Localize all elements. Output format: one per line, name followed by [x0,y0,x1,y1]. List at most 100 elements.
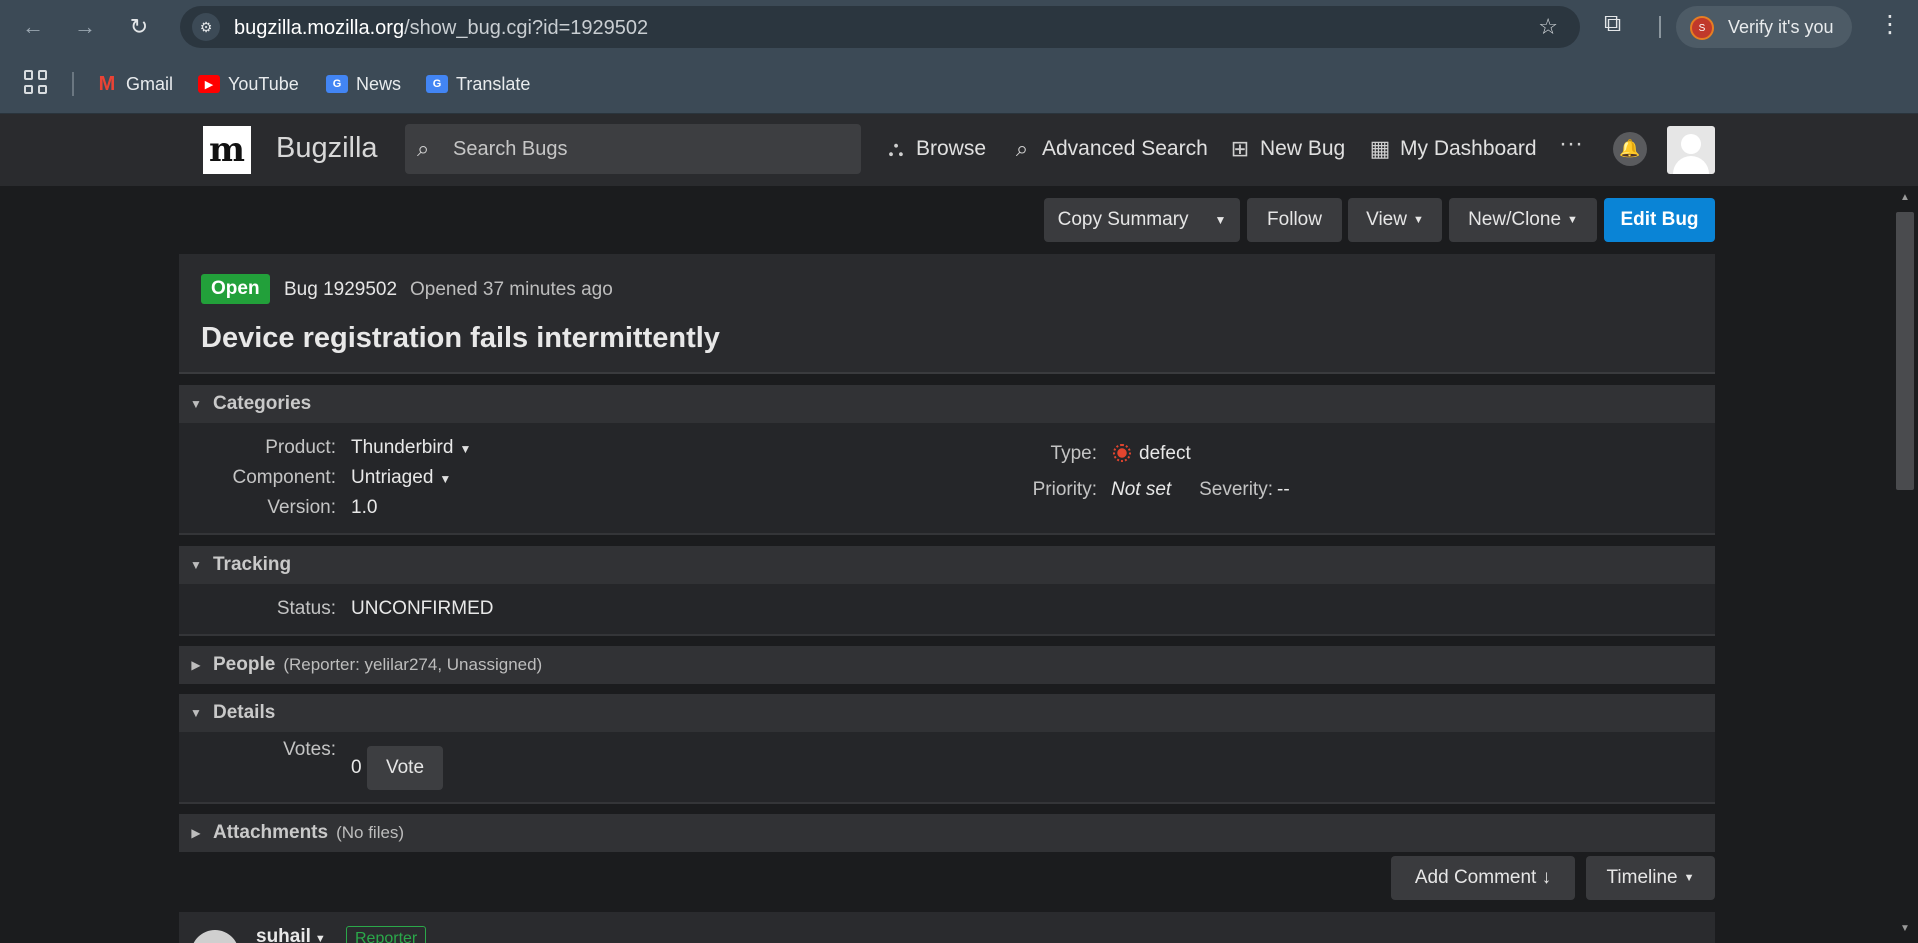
chevron-down-icon: ▼ [1412,214,1424,226]
reporter-badge: Reporter [346,926,427,943]
edit-bug-button[interactable]: Edit Bug [1604,198,1715,242]
nav-label: Browse [916,137,987,160]
section-title: Tracking [213,554,292,575]
scroll-down-icon[interactable]: ▼ [1900,923,1910,934]
bug-id[interactable]: Bug 1929502 [284,279,397,301]
version-label: Version: [267,497,336,518]
component-value[interactable]: Untriaged ▼ [351,467,451,489]
view-button[interactable]: View ▼ [1348,198,1442,242]
follow-button[interactable]: Follow [1247,198,1342,242]
extensions-icon[interactable]: ⧉ [1604,10,1621,38]
section-subtitle: (No files) [336,823,405,842]
expand-triangle-icon: ▼ [190,706,202,720]
chevron-down-icon: ▼ [314,933,326,943]
browser-toolbar: ← → ↻ ⚙ bugzilla.mozilla.org/show_bug.cg… [0,0,1918,54]
app-name[interactable]: Bugzilla [276,132,378,165]
back-icon[interactable]: ← [16,10,50,44]
copy-summary-button[interactable]: Copy Summary ▼ [1044,198,1240,242]
chevron-down-icon: ▼ [1567,214,1578,226]
view-label: View [1366,209,1407,230]
new-clone-label: New/Clone [1468,209,1562,230]
search-box[interactable]: ⌕ [405,124,861,174]
bookmark-star-icon[interactable]: ☆ [1538,14,1558,40]
nav-label: My Dashboard [1400,137,1537,160]
status-badge: Open [201,274,270,304]
site-settings-icon[interactable]: ⚙ [192,13,220,41]
section-title: Attachments [213,822,329,843]
expand-triangle-icon: ▼ [190,558,202,572]
bookmark-news[interactable]: G News [326,70,401,98]
nav-browse[interactable]: ⛬ Browse [884,136,986,162]
product-value[interactable]: Thunderbird ▼ [351,437,471,459]
bookmark-translate[interactable]: G Translate [426,70,530,98]
severity-label: Severity: [1199,479,1273,500]
priority-label: Priority: [1032,479,1097,500]
tracking-section: ▼ Tracking Status: UNCONFIRMED [179,546,1715,636]
address-bar[interactable]: ⚙ bugzilla.mozilla.org/show_bug.cgi?id=1… [180,6,1580,48]
commenter-avatar[interactable] [191,930,239,943]
user-avatar[interactable] [1667,126,1715,174]
details-header[interactable]: ▼ Details [179,694,1715,732]
mozilla-logo[interactable]: m [203,126,251,174]
apps-grid-icon[interactable] [24,70,48,94]
search-input[interactable] [453,134,843,164]
attachments-header[interactable]: ▶ Attachments (No files) [179,814,1715,852]
expand-triangle-icon: ▼ [190,397,202,411]
chevron-down-icon: ▼ [439,472,452,486]
bug-summary-panel: Open Bug 1929502 Opened 37 minutes ago D… [179,254,1715,374]
people-header[interactable]: ▶ People (Reporter: yelilar274, Unassign… [179,646,1715,684]
tracking-header[interactable]: ▼ Tracking [179,546,1715,584]
section-title: Details [213,702,276,723]
scroll-up-icon[interactable]: ▲ [1900,192,1910,203]
browser-menu-icon[interactable]: ⋮ [1878,10,1902,39]
youtube-icon: ▶ [198,75,220,93]
nav-my-dashboard[interactable]: ▦ My Dashboard [1368,136,1537,162]
defect-icon [1113,444,1131,462]
url-text[interactable]: bugzilla.mozilla.org/show_bug.cgi?id=192… [234,17,648,40]
component-text: Untriaged [351,467,434,488]
severity-value: -- [1277,479,1290,500]
type-label: Type: [1050,443,1097,464]
collapsed-triangle-icon: ▶ [191,658,201,672]
dashboard-icon: ▦ [1369,136,1391,161]
nav-new-bug[interactable]: ⊞ New Bug [1228,136,1345,162]
news-icon: G [326,75,348,93]
new-clone-button[interactable]: New/Clone ▼ [1449,198,1597,242]
votes-value: 0 [351,757,362,778]
forward-icon[interactable]: → [68,10,102,44]
nav-label: New Bug [1260,137,1346,160]
attachments-section: ▶ Attachments (No files) [179,814,1715,852]
timeline-label: Timeline [1606,867,1678,888]
status-label: Status: [276,598,336,619]
add-comment-button[interactable]: Add Comment ↓ [1391,856,1575,900]
categories-header[interactable]: ▼ Categories [179,385,1715,423]
more-menu-icon[interactable]: ··· [1559,130,1583,158]
version-value: 1.0 [351,497,378,518]
bookmarks-bar: M Gmail ▶ YouTube G News G Translate [0,54,1918,114]
details-section: ▼ Details Votes: 0 Vote [179,694,1715,804]
profile-label: Verify it's you [1728,17,1834,37]
nav-advanced-search[interactable]: ⌕ Advanced Search [1010,136,1208,162]
profile-avatar: S [1690,16,1714,40]
reload-icon[interactable]: ↻ [122,10,156,44]
bookmark-youtube[interactable]: ▶ YouTube [198,70,299,98]
copy-summary-label: Copy Summary [1057,209,1189,230]
vote-button[interactable]: Vote [367,746,443,790]
scrollbar-thumb[interactable] [1896,212,1914,490]
timeline-button[interactable]: Timeline ▼ [1586,856,1715,900]
browse-icon: ⛬ [888,136,904,161]
component-label: Component: [232,467,336,488]
commenter-name[interactable]: suhail ▼ [256,926,326,943]
bookmark-label: Translate [456,73,531,94]
people-section: ▶ People (Reporter: yelilar274, Unassign… [179,646,1715,684]
page-scrollbar[interactable]: ▲ ▼ [1892,186,1918,943]
gmail-icon: M [98,72,116,95]
notifications-bell-icon[interactable]: 🔔 [1613,132,1647,166]
bugzilla-header: m Bugzilla ⌕ ⛬ Browse ⌕ Advanced Search … [0,114,1918,186]
translate-icon: G [426,75,448,93]
bookmark-gmail[interactable]: M Gmail [96,70,173,98]
section-subtitle: (Reporter: yelilar274, Unassigned) [283,655,543,674]
search-icon: ⌕ [417,136,430,161]
bookmarks-divider [72,72,74,96]
profile-chip[interactable]: S Verify it's you [1676,6,1852,48]
